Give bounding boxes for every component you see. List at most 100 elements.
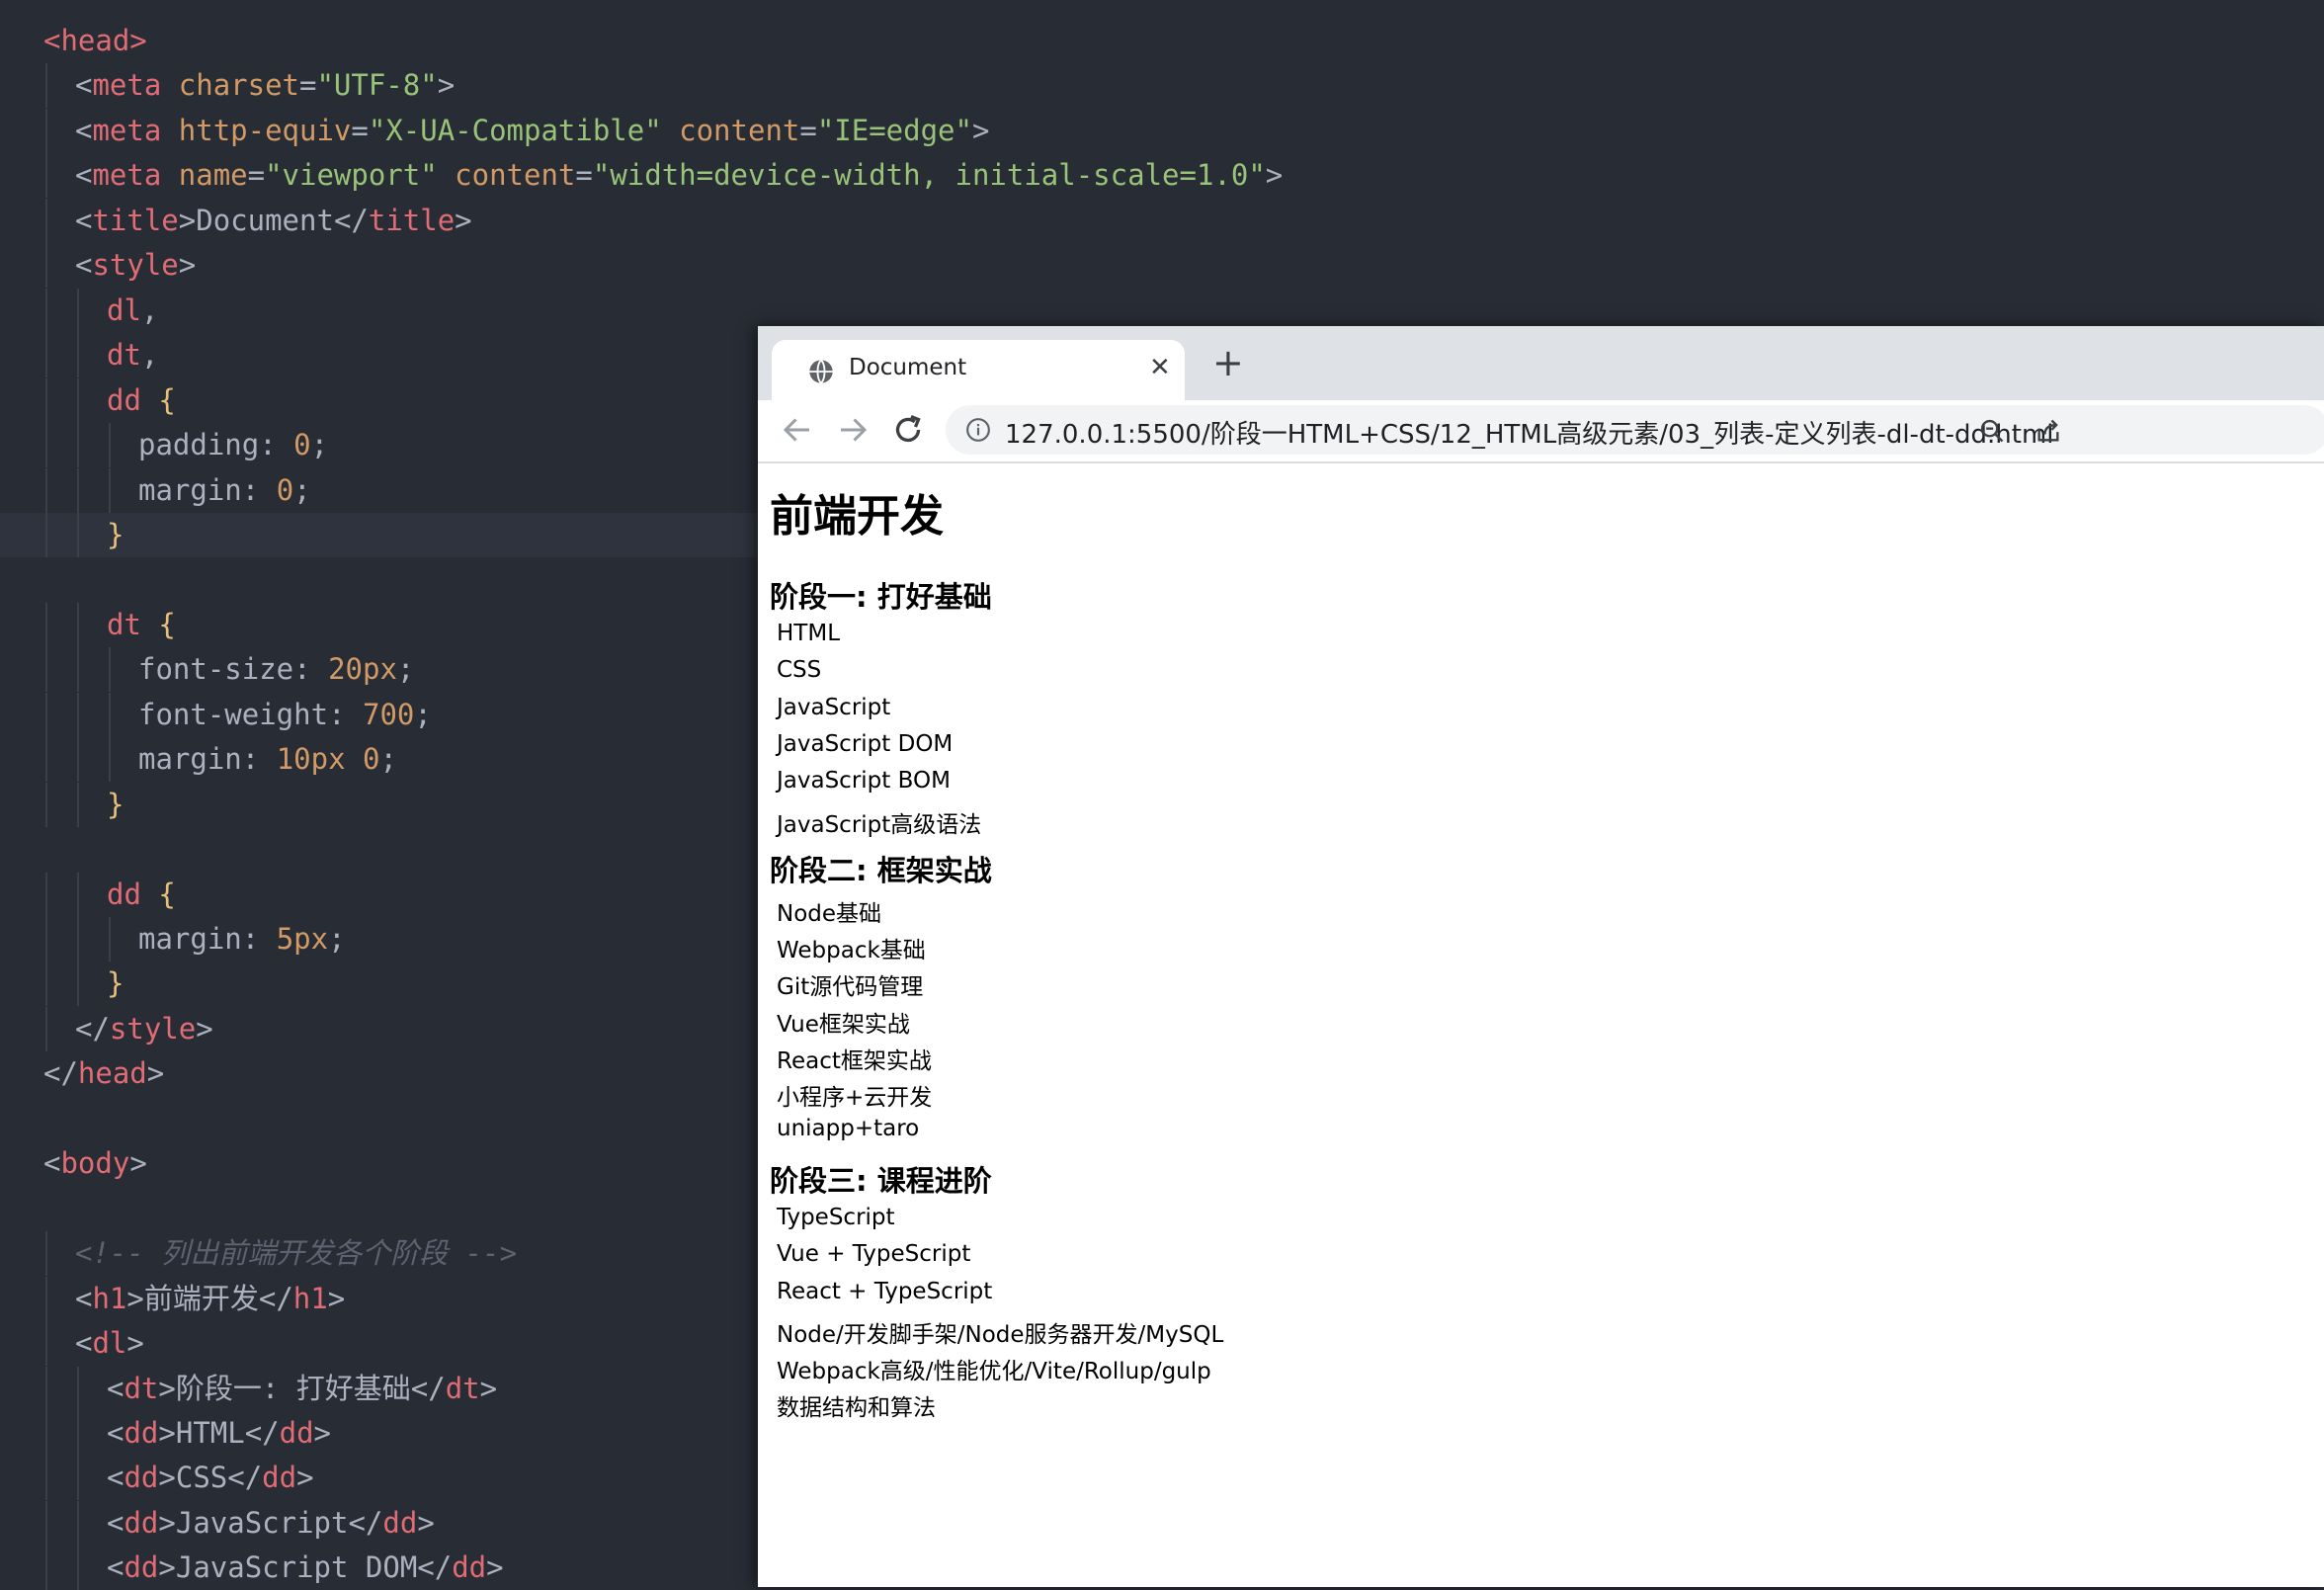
code-token: <: [75, 68, 93, 103]
code-token: ,: [140, 338, 159, 373]
code-text: <head>: [43, 19, 147, 63]
forward-icon[interactable]: [835, 412, 871, 448]
info-icon[interactable]: [965, 417, 991, 443]
close-icon[interactable]: ✕: [1149, 353, 1171, 382]
code-token: >: [417, 1505, 435, 1540]
definition-term: 阶段三: 课程进阶: [770, 1163, 992, 1198]
definition-item: HTML: [777, 621, 841, 646]
indent-guide: [77, 647, 79, 693]
definition-item: Vue框架实战: [777, 1011, 910, 1038]
code-token: >: [437, 68, 456, 103]
code-token: </: [75, 1011, 110, 1046]
code-token: >: [126, 1281, 144, 1315]
code-token: </: [258, 1281, 293, 1315]
code-token: =: [299, 68, 317, 103]
code-token: <: [75, 203, 93, 237]
indent-guide: [77, 423, 79, 468]
browser-toolbar: 127.0.0.1:5500/阶段一HTML+CSS/12_HTML高级元素/0…: [758, 400, 2324, 463]
code-token: :: [328, 697, 363, 731]
code-token: </: [410, 1371, 446, 1405]
definition-item: React + TypeScript: [777, 1278, 993, 1304]
indent-guide: [77, 333, 79, 378]
code-text: <style>: [75, 243, 196, 288]
indent-guide: [45, 647, 47, 693]
code-token: content: [679, 113, 800, 147]
code-token: </: [417, 1550, 453, 1585]
code-line[interactable]: <meta http-equiv="X-UA-Compatible" conte…: [0, 108, 2324, 153]
code-token: }: [107, 787, 124, 821]
code-token: </: [244, 1415, 280, 1450]
code-token: h1: [92, 1281, 127, 1315]
code-token: dt: [445, 1371, 480, 1405]
code-line[interactable]: <style>: [0, 243, 2324, 289]
code-token: >: [158, 1371, 176, 1405]
code-token: title: [368, 203, 456, 237]
code-token: body: [60, 1146, 130, 1181]
definition-item: Vue + TypeScript: [777, 1241, 971, 1268]
code-token: "viewport": [265, 158, 438, 193]
indent-guide: [45, 1231, 47, 1277]
code-token: ;: [293, 472, 311, 507]
code-token: dd: [382, 1505, 418, 1540]
definition-item: JavaScript BOM: [777, 768, 951, 795]
code-text: font-weight: 700;: [138, 693, 432, 737]
definition-item: TypeScript: [777, 1204, 895, 1230]
page-heading: 前端开发: [770, 491, 944, 542]
new-tab-button[interactable]: +: [1212, 344, 1244, 381]
definition-item: 数据结构和算法: [777, 1395, 936, 1422]
indent-guide: [77, 872, 79, 917]
back-icon[interactable]: [780, 412, 815, 448]
indent-guide: [45, 467, 47, 513]
code-token: <: [75, 158, 93, 193]
address-bar[interactable]: 127.0.0.1:5500/阶段一HTML+CSS/12_HTML高级元素/0…: [946, 405, 2324, 455]
definition-item: Git源代码管理: [777, 974, 924, 1001]
code-token: dt: [107, 607, 141, 641]
code-text: <dd>HTML</dd>: [107, 1411, 331, 1456]
indent-guide: [45, 737, 47, 783]
code-token: ;: [310, 428, 329, 462]
code-text: dd {: [107, 378, 176, 423]
code-line[interactable]: <title>Document</title>: [0, 198, 2324, 243]
indent-guide: [45, 1321, 47, 1367]
code-text: }: [107, 962, 124, 1006]
code-token: <: [75, 113, 93, 147]
code-line[interactable]: <meta charset="UTF-8">: [0, 63, 2324, 109]
code-token: :: [293, 652, 329, 687]
code-token: 0: [276, 472, 294, 507]
indent-guide: [45, 1410, 47, 1456]
code-line[interactable]: <head>: [0, 19, 2324, 63]
code-token: >: [486, 1550, 504, 1585]
code-line[interactable]: <meta name="viewport" content="width=dev…: [0, 153, 2324, 199]
indent-guide: [45, 1366, 47, 1411]
code-token: {: [158, 607, 176, 641]
code-token: =: [247, 158, 266, 193]
code-token: <head>: [43, 24, 147, 57]
indent-guide: [45, 962, 47, 1007]
zoom-icon[interactable]: [1978, 417, 2006, 445]
reload-icon[interactable]: [890, 412, 926, 448]
indent-guide: [77, 692, 79, 737]
indent-guide: [77, 917, 79, 962]
code-token: <: [107, 1371, 124, 1405]
code-token: >: [158, 1550, 176, 1585]
code-token: Document: [196, 203, 334, 237]
indent-guide: [45, 1546, 47, 1590]
code-token: <: [75, 1281, 93, 1315]
code-token: ;: [328, 922, 346, 956]
share-icon[interactable]: [2034, 417, 2062, 445]
code-text: margin: 0;: [138, 468, 311, 513]
indent-guide: [77, 962, 79, 1007]
code-token: dl: [107, 293, 141, 327]
tab-document[interactable]: Document ✕: [772, 340, 1185, 400]
indent-guide: [45, 243, 47, 289]
code-token: >: [455, 203, 472, 237]
indent-guide: [77, 467, 79, 513]
url-text[interactable]: 127.0.0.1:5500/阶段一HTML+CSS/12_HTML高级元素/0…: [1005, 414, 2054, 451]
code-text: }: [107, 783, 124, 827]
code-token: </: [348, 1505, 383, 1540]
code-text: <dd>JavaScript DOM</dd>: [107, 1546, 504, 1590]
code-text: dl,: [107, 289, 158, 333]
code-token: >: [158, 1415, 176, 1450]
